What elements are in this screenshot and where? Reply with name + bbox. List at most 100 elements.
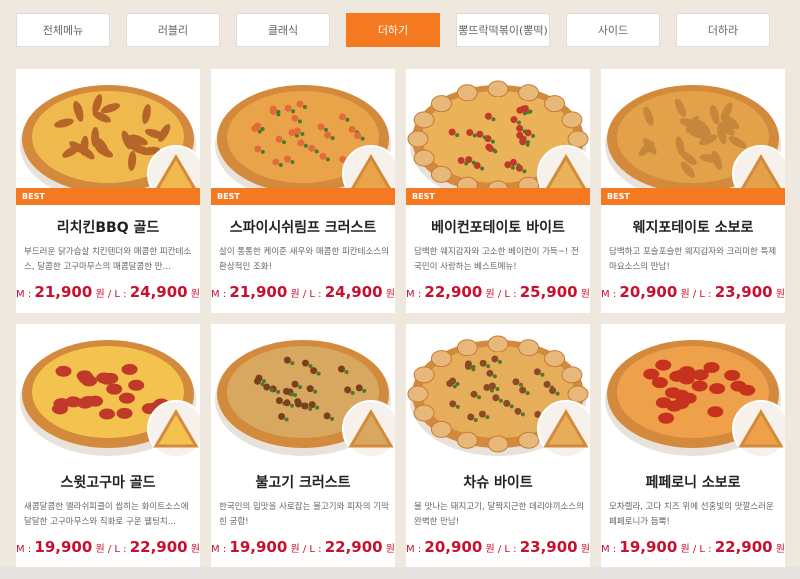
price-l-value: 23,900 [714,283,773,301]
price-l-value: 22,900 [714,538,773,556]
product-price: M : 21,900 원 / L : 24,900 원 [16,283,200,301]
price-l-label: 원 / L : [680,544,712,555]
price-m-value: 20,900 [619,283,678,301]
price-unit: 원 [775,544,785,555]
pizza-image [20,85,200,203]
price-l-value: 22,900 [324,538,383,556]
price-m-value: 21,900 [34,283,93,301]
price-l-label: 원 / L : [485,544,517,555]
price-l-label: 원 / L : [95,289,127,300]
product-image[interactable]: BEST [16,69,200,205]
price-unit: 원 [580,289,590,300]
price-m-label: M : [406,544,422,555]
product-card[interactable]: BEST 스파이시쉬림프 크러스트살이 통통한 케이준 새우와 매콤한 피칸테소스… [211,69,395,313]
tab-deohara[interactable]: 더하라 [676,13,770,47]
product-image[interactable]: BEST [406,69,590,205]
product-price: M : 19,900 원 / L : 22,900 원 [16,538,200,556]
product-name[interactable]: 베이컨포테이토 바이트 [406,217,590,237]
product-image[interactable] [211,324,395,460]
best-badge: BEST [16,188,200,205]
tab-lovely[interactable]: 러블리 [126,13,220,47]
price-l-label: 원 / L : [680,289,712,300]
product-price: M : 22,900 원 / L : 25,900 원 [406,283,590,301]
product-description: 담백한 웨지감자와 고소한 베이컨이 가득~! 전국민이 사랑하는 베스트메뉴! [414,247,579,272]
product-price: M : 20,900 원 / L : 23,900 원 [601,283,785,301]
product-card[interactable]: BEST 웨지포테이토 소보로담백하고 포슬포슬한 웨지감자와 크리미한 특제마요… [601,69,785,313]
price-l-value: 24,900 [324,283,383,301]
product-description: 모차렐라, 고다 치즈 위에 선홍빛의 맛깔스러운 페페로니가 듬뿍! [609,502,774,527]
pizza-image [215,340,395,458]
product-card[interactable]: 스윗고구마 골드새콤달콤한 멜라쉬피클이 씹히는 화이트소스에 달달한 고구마무… [16,324,200,568]
pizza-image [605,340,785,458]
price-l-value: 22,900 [129,538,188,556]
tab-all-menu[interactable]: 전체메뉴 [16,13,110,47]
price-m-value: 21,900 [229,283,288,301]
product-card[interactable]: BEST 베이컨포테이토 바이트담백한 웨지감자와 고소한 베이컨이 가득~! 전… [406,69,590,313]
product-name[interactable]: 웨지포테이토 소보로 [601,217,785,237]
product-name[interactable]: 리치킨BBQ 골드 [16,217,200,237]
product-price: M : 19,900 원 / L : 22,900 원 [211,538,395,556]
product-image[interactable] [601,324,785,460]
price-l-label: 원 / L : [290,544,322,555]
product-description: 담백하고 포슬포슬한 웨지감자와 크리미한 특제마요소스의 만남! [609,247,777,272]
price-m-label: M : [601,289,617,300]
price-m-label: M : [16,544,32,555]
pizza-image [20,340,200,458]
price-unit: 원 [190,289,200,300]
price-l-label: 원 / L : [95,544,127,555]
tab-side[interactable]: 사이드 [566,13,660,47]
pizza-image [605,85,785,203]
pizza-image [407,80,590,203]
best-badge: BEST [211,188,395,205]
pizza-image [407,335,590,458]
price-m-label: M : [16,289,32,300]
product-description: 살이 통통한 케이준 새우와 매콤한 피칸테소스의 환상적인 조화! [219,247,389,272]
product-name[interactable]: 불고기 크러스트 [211,472,395,492]
product-description: 불 맛나는 돼지고기, 달짝지근한 데리야끼소스의 완벽한 만남! [414,502,584,527]
product-name[interactable]: 페페로니 소보로 [601,472,785,492]
price-unit: 원 [385,289,395,300]
price-unit: 원 [385,544,395,555]
price-unit: 원 [190,544,200,555]
price-m-value: 19,900 [229,538,288,556]
product-description: 부드러운 닭가슴살 치킨텐더와 매콤한 피칸테소스, 달콤한 고구마무스의 매콤… [24,247,192,272]
price-m-value: 20,900 [424,538,483,556]
price-m-value: 22,900 [424,283,483,301]
best-badge: BEST [406,188,590,205]
product-name[interactable]: 차슈 바이트 [406,472,590,492]
product-image[interactable] [406,324,590,460]
tab-deohagi[interactable]: 더하기 [346,13,440,47]
pizza-image [215,85,395,203]
price-l-value: 25,900 [519,283,578,301]
price-l-value: 23,900 [519,538,578,556]
price-unit: 원 [580,544,590,555]
horizontal-scrollbar[interactable] [0,567,800,579]
tab-tteokbokki[interactable]: 뽕뜨락떡볶이(뽕떡) [456,13,550,47]
product-price: M : 19,900 원 / L : 22,900 원 [601,538,785,556]
price-l-label: 원 / L : [290,289,322,300]
tab-classic[interactable]: 클래식 [236,13,330,47]
price-m-label: M : [211,544,227,555]
best-badge: BEST [601,188,785,205]
product-card[interactable]: 차슈 바이트불 맛나는 돼지고기, 달짝지근한 데리야끼소스의 완벽한 만남! M… [406,324,590,568]
product-price: M : 20,900 원 / L : 23,900 원 [406,538,590,556]
price-m-value: 19,900 [34,538,93,556]
product-card[interactable]: 불고기 크러스트한국인의 입맛을 사로잡는 불고기와 피자의 기막힌 궁합! M … [211,324,395,568]
price-unit: 원 [775,289,785,300]
product-description: 한국인의 입맛을 사로잡는 불고기와 피자의 기막힌 궁합! [219,502,389,527]
price-m-label: M : [601,544,617,555]
product-card[interactable]: BEST 리치킨BBQ 골드부드러운 닭가슴살 치킨텐더와 매콤한 피칸테소스, … [16,69,200,313]
product-grid: BEST 리치킨BBQ 골드부드러운 닭가슴살 치킨텐더와 매콤한 피칸테소스, … [16,69,786,568]
product-description: 새콤달콤한 멜라쉬피클이 씹히는 화이트소스에 달달한 고구마무스와 직화로 구… [24,502,189,527]
price-m-label: M : [211,289,227,300]
product-price: M : 21,900 원 / L : 24,900 원 [211,283,395,301]
price-l-value: 24,900 [129,283,188,301]
price-m-label: M : [406,289,422,300]
product-image[interactable] [16,324,200,460]
product-image[interactable]: BEST [601,69,785,205]
product-name[interactable]: 스윗고구마 골드 [16,472,200,492]
product-image[interactable]: BEST [211,69,395,205]
price-m-value: 19,900 [619,538,678,556]
product-card[interactable]: 페페로니 소보로모차렐라, 고다 치즈 위에 선홍빛의 맛깔스러운 페페로니가 … [601,324,785,568]
product-name[interactable]: 스파이시쉬림프 크러스트 [211,217,395,237]
